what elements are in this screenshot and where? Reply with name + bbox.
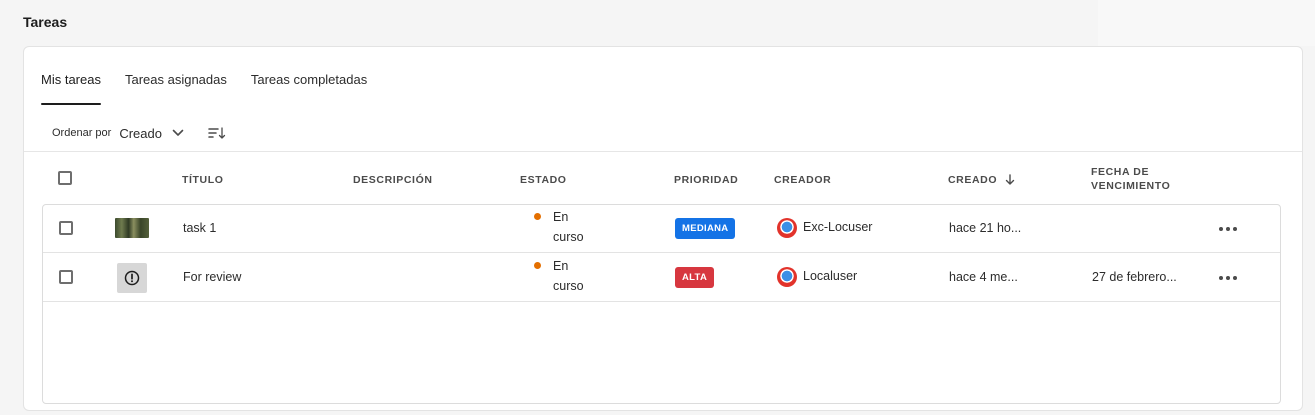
status-line-2: curso <box>553 279 584 293</box>
table-row[interactable]: task 1 En curso MEDIANA Exc-Locuser hace… <box>43 205 1280 253</box>
task-thumbnail <box>115 218 149 238</box>
task-thumbnail <box>117 263 147 293</box>
header-background <box>1098 0 1315 46</box>
column-due-label-1: Fecha de <box>1091 166 1150 178</box>
status-line-2: curso <box>553 230 584 244</box>
sort-dropdown[interactable]: Creado <box>119 126 184 141</box>
status-line-1: En <box>553 210 569 224</box>
chevron-down-icon <box>172 129 184 136</box>
column-due-date[interactable]: Fecha de vencimiento <box>1091 165 1170 193</box>
sort-label: Ordenar por <box>52 127 112 139</box>
more-icon[interactable] <box>1219 273 1237 283</box>
arrow-down-icon <box>1005 174 1015 185</box>
tab-assigned-tasks[interactable]: Tareas asignadas <box>125 71 227 105</box>
column-title[interactable]: Título <box>182 173 224 187</box>
sort-descending-icon <box>208 127 226 139</box>
task-title[interactable]: task 1 <box>183 221 216 235</box>
task-creator: Exc-Locuser <box>803 220 873 234</box>
column-priority[interactable]: Prioridad <box>674 173 738 187</box>
task-status: En curso <box>553 256 593 296</box>
avatar <box>777 218 797 238</box>
sort-value: Creado <box>119 125 162 141</box>
priority-badge: ALTA <box>675 267 715 288</box>
task-created: hace 21 ho... <box>949 221 1022 235</box>
task-creator: Localuser <box>803 269 858 283</box>
column-created[interactable]: Creado <box>948 173 1015 187</box>
column-creator[interactable]: Creador <box>774 173 831 187</box>
more-icon[interactable] <box>1219 224 1237 234</box>
avatar <box>777 267 797 287</box>
select-all-checkbox[interactable] <box>58 171 72 185</box>
column-created-label: Creado <box>948 174 998 186</box>
column-description[interactable]: Descripción <box>353 173 433 187</box>
table-row[interactable]: For review En curso ALTA Localuser hace … <box>43 254 1280 302</box>
column-status[interactable]: Estado <box>520 173 567 187</box>
sort-controls: Ordenar por Creado <box>52 123 226 143</box>
page-title: Tareas <box>23 14 68 30</box>
tab-list: Mis tareas Tareas asignadas Tareas compl… <box>41 71 391 105</box>
status-dot <box>534 213 541 220</box>
status-dot <box>534 262 541 269</box>
sort-order-button[interactable] <box>208 126 226 140</box>
table-body: task 1 En curso MEDIANA Exc-Locuser hace… <box>42 204 1281 404</box>
task-due-date: 27 de febrero... <box>1092 270 1177 284</box>
tab-my-tasks[interactable]: Mis tareas <box>41 71 101 105</box>
row-checkbox[interactable] <box>59 270 73 284</box>
task-created: hace 4 me... <box>949 270 1018 284</box>
alert-circle-icon <box>124 270 140 286</box>
column-due-label-2: vencimiento <box>1091 180 1171 192</box>
task-title[interactable]: For review <box>183 270 241 284</box>
table-header: Título Descripción Estado Prioridad Crea… <box>24 152 1302 204</box>
tasks-card: Mis tareas Tareas asignadas Tareas compl… <box>23 46 1303 411</box>
priority-badge: MEDIANA <box>675 218 736 239</box>
tab-completed-tasks[interactable]: Tareas completadas <box>251 71 367 105</box>
task-status: En curso <box>553 207 593 247</box>
status-line-1: En <box>553 259 569 273</box>
row-checkbox[interactable] <box>59 221 73 235</box>
